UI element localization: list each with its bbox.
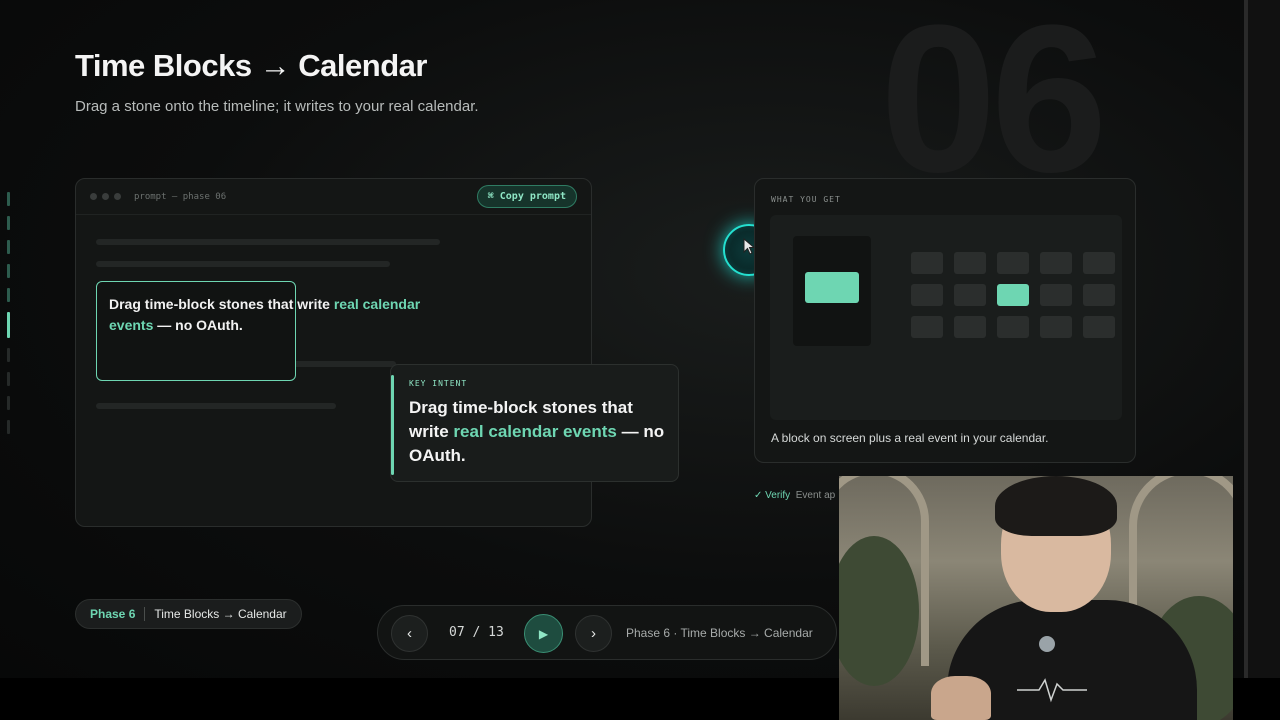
pill-divider (144, 607, 146, 621)
what-you-get-panel: WHAT YOU GET A block on screen plus a re… (754, 178, 1136, 463)
intent-accent-bar (391, 375, 394, 475)
key-intent-card: KEY INTENT Drag time-block stones that w… (390, 364, 679, 482)
progress-tick[interactable] (7, 192, 10, 206)
prev-slide-button[interactable]: ‹ (391, 615, 428, 652)
preview-area (770, 215, 1122, 420)
chevron-left-icon: ‹ (407, 625, 412, 642)
slide-subtitle: Drag a stone onto the timeline; it write… (75, 98, 479, 115)
presenter-hand (931, 676, 991, 720)
calendar-cell (1040, 316, 1072, 338)
verify-text: Event ap (795, 490, 836, 501)
progress-tick[interactable] (7, 216, 10, 230)
copy-prompt-button[interactable]: ⌘ Copy prompt (476, 185, 577, 208)
prompt-panel-header: prompt — phase 06 ⌘ Copy prompt (76, 179, 591, 215)
play-icon: ▶ (538, 626, 549, 641)
what-you-get-caption: A block on screen plus a real event in y… (771, 431, 1049, 445)
window-dot (114, 193, 121, 200)
calendar-cell (1040, 284, 1072, 306)
calendar-cell (1040, 252, 1072, 274)
calendar-cell (911, 284, 943, 306)
time-block-stone (805, 272, 859, 303)
skeleton-line (96, 239, 440, 245)
drag-highlight-box[interactable]: Drag time-block stones that write real c… (96, 281, 420, 381)
presenter-hair (995, 476, 1117, 536)
skeleton-line (96, 403, 336, 409)
heartbeat-graphic (1017, 678, 1087, 703)
calendar-cell (1083, 284, 1115, 306)
calendar-cell (997, 316, 1029, 338)
phase-name: Time Blocks → Calendar (154, 607, 287, 621)
slide-counter: 07 / 13 (449, 625, 504, 640)
window-dot (102, 193, 109, 200)
screen-preview (793, 236, 871, 346)
phase-number: Phase 6 (90, 607, 136, 621)
calendar-cell (954, 252, 986, 274)
skeleton-line (96, 261, 390, 267)
slide-title: Time Blocks → Calendar (75, 48, 427, 83)
drag-highlight-text: Drag time-block stones that write real c… (109, 296, 421, 333)
key-intent-text: Drag time-block stones that write real c… (409, 398, 665, 465)
lapel-mic (1039, 636, 1055, 652)
window-dot (90, 193, 97, 200)
progress-tick[interactable] (7, 288, 10, 302)
calendar-cell (1083, 316, 1115, 338)
chevron-right-icon: › (591, 625, 596, 642)
calendar-cell (954, 284, 986, 306)
play-button[interactable]: ▶ (524, 614, 563, 653)
progress-tick-current[interactable] (7, 312, 10, 338)
calendar-grid-preview (911, 252, 1115, 338)
player-controls: ‹ 07 / 13 ▶ › Phase 6 · Time Blocks → Ca… (377, 605, 837, 660)
calendar-cell (954, 316, 986, 338)
calendar-cell (1083, 252, 1115, 274)
calendar-event-cell (997, 284, 1029, 306)
calendar-cell (911, 316, 943, 338)
calendar-cell (911, 252, 943, 274)
webcam-overlay (839, 476, 1233, 720)
progress-tick[interactable] (7, 264, 10, 278)
progress-tick[interactable] (7, 348, 10, 362)
what-you-get-label: WHAT YOU GET (771, 195, 841, 204)
progress-tick[interactable] (7, 420, 10, 434)
prompt-panel-label: prompt — phase 06 (134, 191, 227, 202)
progress-tick[interactable] (7, 372, 10, 386)
verify-check: ✓ Verify (754, 490, 791, 501)
key-intent-label: KEY INTENT (409, 379, 468, 388)
slide-progress-rail (7, 192, 11, 444)
phase-pill: Phase 6 Time Blocks → Calendar (75, 599, 302, 629)
calendar-cell (997, 252, 1029, 274)
progress-tick[interactable] (7, 240, 10, 254)
verify-note: ✓ Verify Event ap (754, 490, 840, 501)
player-phase-label: Phase 6 · Time Blocks → Calendar (626, 626, 813, 640)
right-edge-panel (1244, 0, 1280, 678)
next-slide-button[interactable]: › (575, 615, 612, 652)
progress-tick[interactable] (7, 396, 10, 410)
